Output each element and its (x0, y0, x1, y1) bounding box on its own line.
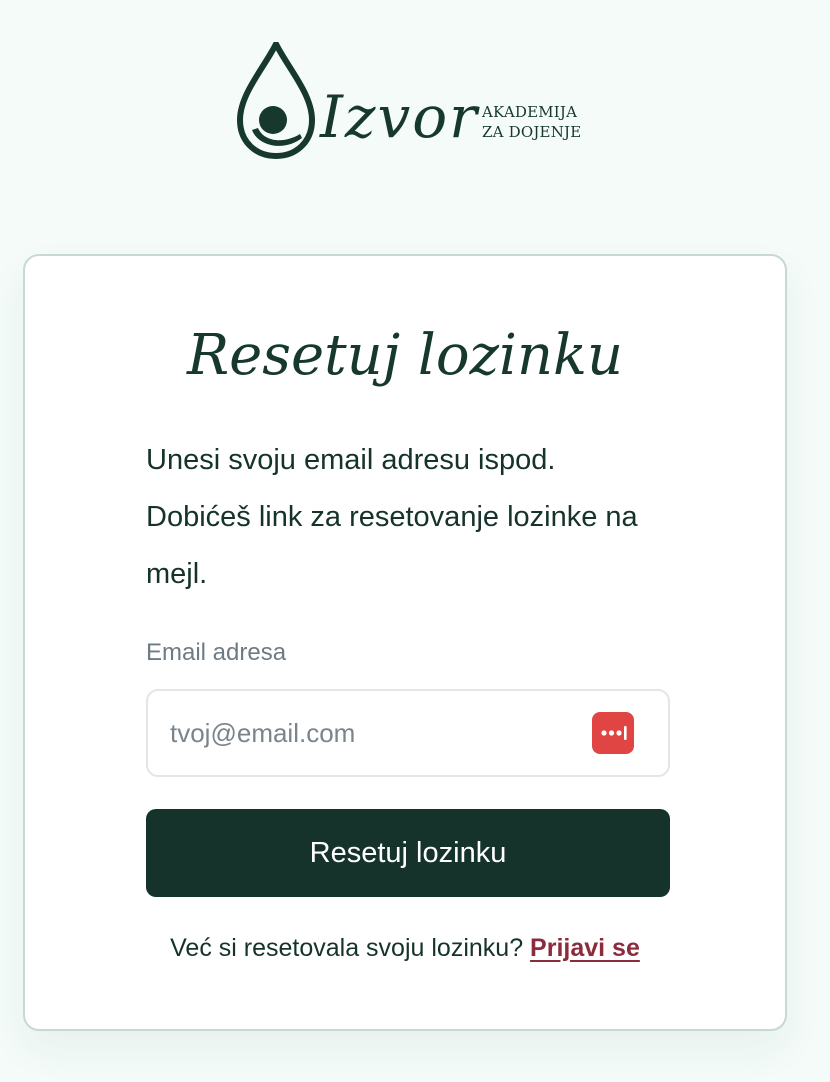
drop-mother-child-icon (236, 42, 316, 160)
reset-password-card: Resetuj lozinku Unesi svoju email adresu… (23, 254, 787, 1031)
reset-password-button[interactable]: Resetuj lozinku (146, 809, 670, 897)
brand-tagline: AKADEMIJA ZA DOJENJE (482, 102, 581, 142)
brand-tagline-line2: ZA DOJENJE (482, 123, 582, 141)
page-title: Resetuj lozinku (186, 323, 624, 388)
brand-wordmark: Izvor (320, 83, 479, 151)
email-field-wrapper (146, 689, 670, 777)
brand-tagline-line1: AKADEMIJA (482, 103, 578, 121)
email-label: Email adresa (146, 639, 287, 666)
instructions-text: Unesi svoju email adresu ispod. Dobićeš … (146, 444, 638, 590)
login-link[interactable]: Prijavi se (530, 934, 640, 962)
brand-logo[interactable]: Izvor AKADEMIJA ZA DOJENJE (236, 42, 586, 162)
password-manager-icon[interactable] (592, 712, 634, 754)
login-prompt-text: Već si resetovala svoju lozinku? (170, 934, 524, 962)
email-field[interactable] (170, 691, 570, 775)
login-prompt: Već si resetovala svoju lozinku? Prijavi… (25, 932, 785, 964)
